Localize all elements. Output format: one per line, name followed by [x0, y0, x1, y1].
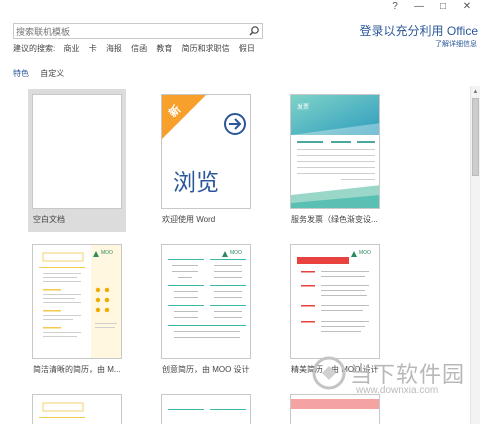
template-caption-resume-creative: 创意简历，由 MOO 设计 [162, 365, 250, 374]
scroll-up-arrow-icon[interactable]: ▲ [471, 88, 480, 96]
suggested-search-business[interactable]: 商业 [63, 44, 79, 53]
title-bar: ? — □ ✕ [0, 0, 480, 14]
moo-brand: MOO [230, 250, 242, 256]
watermark-logo-icon [312, 356, 346, 390]
template-caption-invoice: 服务发票（绿色渐变设... [291, 215, 378, 224]
row3-2-artwork [168, 409, 246, 410]
template-tabs: 特色 自定义 [13, 69, 73, 79]
search-icon[interactable] [247, 25, 261, 38]
template-caption-resume-clean: 简洁清晰的简历，由 M... [33, 365, 121, 374]
template-caption-blank: 空白文档 [33, 215, 65, 224]
suggested-searches: 建议的搜索: 商业 卡 海报 信函 教育 简历和求职信 假日 [13, 44, 262, 54]
maximize-button[interactable]: □ [436, 1, 450, 13]
learn-more-link[interactable]: 了解详细信息 [435, 39, 477, 49]
close-button[interactable]: ✕ [460, 1, 474, 13]
template-thumbnail-resume-creative[interactable]: MOO [161, 244, 251, 359]
invoice-artwork [291, 95, 379, 208]
template-search-input[interactable] [16, 25, 236, 38]
scroll-thumb[interactable] [472, 98, 479, 176]
template-caption-tour: 欢迎使用 Word [162, 215, 216, 224]
resume-elegant-artwork [297, 251, 369, 332]
minimize-button[interactable]: — [412, 1, 426, 13]
suggested-search-posters[interactable]: 海报 [106, 44, 122, 53]
template-thumbnail-tour[interactable]: 新 浏览 [161, 94, 251, 209]
resume-creative-artwork [168, 251, 246, 338]
suggested-search-education[interactable]: 教育 [156, 44, 172, 53]
template-thumbnail-row3-1[interactable] [32, 394, 122, 424]
signin-link[interactable]: 登录以充分利用 Office [360, 22, 478, 39]
template-thumbnail-resume-clean[interactable]: MOO [32, 244, 122, 359]
row3-1-artwork [39, 402, 85, 418]
watermark: 当下软件园 www.downxia.com [312, 352, 477, 402]
tour-title: 浏览 [173, 170, 219, 196]
moo-brand: MOO [101, 250, 113, 256]
invoice-heading: 发票 [297, 105, 310, 111]
tab-personal[interactable]: 自定义 [40, 69, 64, 78]
template-thumbnail-blank[interactable] [32, 94, 122, 209]
suggested-search-letters[interactable]: 信函 [131, 44, 147, 53]
suggested-search-resumes[interactable]: 简历和求职信 [182, 44, 230, 53]
suggested-search-holidays[interactable]: 假日 [239, 44, 255, 53]
resume-clean-artwork [39, 245, 121, 358]
template-thumbnail-resume-elegant[interactable]: MOO [290, 244, 380, 359]
help-button[interactable]: ? [388, 1, 402, 13]
moo-brand: MOO [359, 250, 371, 256]
template-thumbnail-invoice[interactable]: 发票 [290, 94, 380, 209]
template-search-box [13, 23, 263, 39]
tab-featured[interactable]: 特色 [13, 69, 29, 78]
template-thumbnail-row3-2[interactable] [161, 394, 251, 424]
suggested-searches-label: 建议的搜索: [13, 44, 56, 53]
watermark-url: www.downxia.com [356, 385, 439, 396]
suggested-search-cards[interactable]: 卡 [89, 44, 97, 53]
